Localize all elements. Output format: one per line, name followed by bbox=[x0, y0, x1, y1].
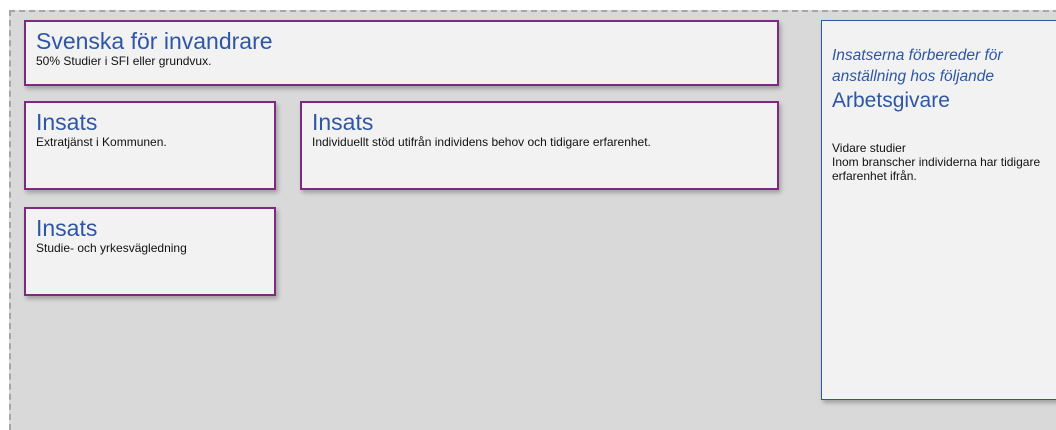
insats-card-3-title: Insats bbox=[36, 215, 98, 241]
side-panel-heading: Arbetsgivare bbox=[832, 89, 950, 112]
main-card-sfi[interactable]: Svenska för invandrare 50% Studier i SFI… bbox=[24, 20, 779, 86]
side-panel-line-2: Inom branscher individerna har tidigare … bbox=[832, 155, 1041, 183]
side-panel-intro: Insatserna förbereder för anställning ho… bbox=[832, 47, 1003, 85]
insats-card-3[interactable]: Insats Studie- och yrkesvägledning bbox=[24, 207, 276, 296]
insats-card-2[interactable]: Insats Individuellt stöd utifrån individ… bbox=[300, 101, 779, 190]
insats-card-1[interactable]: Insats Extratjänst i Kommunen. bbox=[24, 101, 276, 190]
insats-card-1-title: Insats bbox=[36, 109, 98, 135]
insats-card-3-description: Studie- och yrkesvägledning bbox=[36, 241, 187, 255]
side-panel-body: Vidare studier Inom branscher individern… bbox=[832, 141, 1052, 183]
main-card-title: Svenska för invandrare bbox=[36, 28, 273, 54]
employer-side-panel[interactable]: Insatserna förbereder för anställning ho… bbox=[821, 20, 1056, 400]
insats-card-2-description: Individuellt stöd utifrån individens beh… bbox=[312, 135, 651, 149]
insats-card-2-title: Insats bbox=[312, 109, 374, 135]
main-card-description: 50% Studier i SFI eller grundvux. bbox=[36, 54, 212, 68]
insats-card-1-description: Extratjänst i Kommunen. bbox=[36, 135, 167, 149]
side-panel-line-1: Vidare studier bbox=[832, 141, 906, 155]
